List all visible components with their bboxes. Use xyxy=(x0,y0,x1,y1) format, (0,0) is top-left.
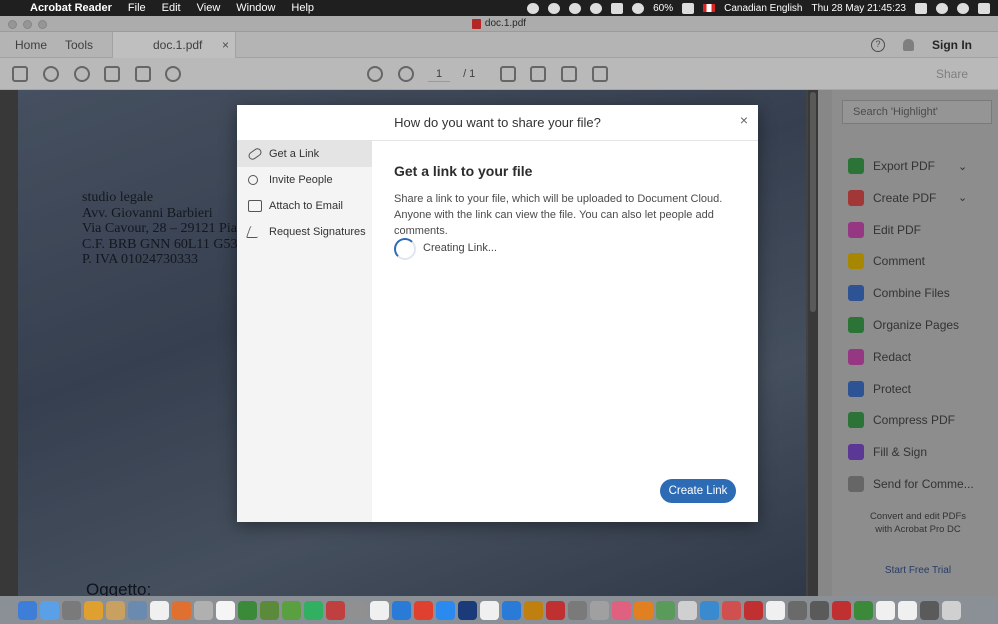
menu-window[interactable]: Window xyxy=(228,2,283,14)
time-machine-icon[interactable] xyxy=(590,2,603,14)
acrobat-dock-icon[interactable] xyxy=(326,600,345,620)
launchpad-icon[interactable] xyxy=(62,600,81,620)
utility-icon[interactable] xyxy=(568,600,587,620)
app-status-icon[interactable] xyxy=(527,2,540,14)
photoshop-icon[interactable] xyxy=(458,600,477,620)
pages-icon[interactable] xyxy=(216,600,235,620)
share-heading: Get a link to your file xyxy=(394,163,533,179)
spotlight-icon[interactable] xyxy=(936,2,948,14)
chrome-canary-icon[interactable] xyxy=(84,600,103,620)
acrobat-reader-icon[interactable] xyxy=(832,600,851,620)
flashcards-icon[interactable] xyxy=(744,600,763,620)
battery-icon[interactable] xyxy=(682,2,695,14)
menu-edit[interactable]: Edit xyxy=(154,2,189,14)
checkmark-status-icon[interactable] xyxy=(569,2,582,14)
pen-icon xyxy=(245,226,263,238)
create-link-button[interactable]: Create Link xyxy=(660,479,736,503)
acrobat-pro-icon[interactable] xyxy=(546,600,565,620)
share-option-label: Invite People xyxy=(269,174,333,186)
loading-spinner-icon xyxy=(394,238,416,260)
share-description: Share a link to your file, which will be… xyxy=(394,193,723,237)
numbers-icon[interactable] xyxy=(238,600,257,620)
menu-bar-status-area: 60% Canadian English Thu 28 May 21:45:23 xyxy=(527,2,998,14)
share-option-request-signatures[interactable]: Request Signatures xyxy=(237,219,372,245)
trash-icon[interactable] xyxy=(942,600,961,620)
username-blurred[interactable] xyxy=(915,2,927,14)
textedit-icon[interactable] xyxy=(150,600,169,620)
stats-icon[interactable] xyxy=(854,600,873,620)
firefox-icon[interactable] xyxy=(634,600,653,620)
editor-icon[interactable] xyxy=(480,600,499,620)
chrome-icon[interactable] xyxy=(414,600,433,620)
preview-doc-icon[interactable] xyxy=(678,600,697,620)
calendar-icon[interactable] xyxy=(766,600,785,620)
share-option-label: Request Signatures xyxy=(269,226,366,238)
globe-icon[interactable] xyxy=(700,600,719,620)
whatsapp-icon[interactable] xyxy=(304,600,323,620)
system-preferences-icon[interactable] xyxy=(810,600,829,620)
finder-icon[interactable] xyxy=(18,600,37,620)
share-dialog: How do you want to share your file? × Ge… xyxy=(237,105,758,522)
app-icon[interactable] xyxy=(656,600,675,620)
siri-dock-icon[interactable] xyxy=(40,600,59,620)
bridge-icon[interactable] xyxy=(524,600,543,620)
music-icon[interactable] xyxy=(612,600,631,620)
preview-icon[interactable] xyxy=(128,600,147,620)
menu-help[interactable]: Help xyxy=(283,2,322,14)
calendar-app-icon[interactable] xyxy=(722,600,741,620)
macos-dock xyxy=(0,596,998,624)
help-dock-icon[interactable] xyxy=(898,600,917,620)
menu-app-name[interactable]: Acrobat Reader xyxy=(28,2,120,14)
share-option-attach-email[interactable]: Attach to Email xyxy=(237,193,372,219)
notes-icon[interactable] xyxy=(106,600,125,620)
macos-menu-bar: Acrobat Reader File Edit View Window Hel… xyxy=(0,0,998,16)
share-content-panel: Get a link to your file Share a link to … xyxy=(372,141,758,522)
keyboard-icon[interactable] xyxy=(920,600,939,620)
bluetooth-icon[interactable] xyxy=(611,2,624,14)
link-icon xyxy=(246,146,264,162)
share-options-list: Get a Link Invite People Attach to Email… xyxy=(237,141,372,522)
battery-percent[interactable]: 60% xyxy=(653,3,673,14)
share-option-label: Get a Link xyxy=(269,148,320,160)
share-option-label: Attach to Email xyxy=(269,200,343,212)
notification-center-icon[interactable] xyxy=(978,2,990,14)
facetime-icon[interactable] xyxy=(260,600,279,620)
dialog-header: How do you want to share your file? × xyxy=(237,105,758,141)
envelope-icon xyxy=(248,200,262,212)
wifi-icon[interactable] xyxy=(632,2,645,14)
disk-utility-icon[interactable] xyxy=(348,600,367,620)
document-icon[interactable] xyxy=(370,600,389,620)
automator-icon[interactable] xyxy=(788,600,807,620)
skype-icon[interactable] xyxy=(436,600,455,620)
share-option-invite-people[interactable]: Invite People xyxy=(237,167,372,193)
cloud-status-icon[interactable] xyxy=(548,2,561,14)
person-icon xyxy=(248,175,258,185)
input-source-label[interactable]: Canadian English xyxy=(724,3,802,14)
share-option-get-link[interactable]: Get a Link xyxy=(237,141,372,167)
books-icon[interactable] xyxy=(172,600,191,620)
menu-view[interactable]: View xyxy=(189,2,229,14)
siri-icon[interactable] xyxy=(957,2,969,14)
canada-flag-icon[interactable] xyxy=(703,4,716,12)
dialog-close-icon[interactable]: × xyxy=(740,105,748,135)
scripts-icon[interactable] xyxy=(590,600,609,620)
menu-file[interactable]: File xyxy=(120,2,154,14)
menu-bar-clock[interactable]: Thu 28 May 21:45:23 xyxy=(811,3,906,14)
safari-icon[interactable] xyxy=(392,600,411,620)
app-icon[interactable] xyxy=(502,600,521,620)
messages-icon[interactable] xyxy=(282,600,301,620)
dialog-title: How do you want to share your file? xyxy=(394,115,601,130)
creating-link-status: Creating Link... xyxy=(423,242,497,254)
downloads-folder-icon[interactable] xyxy=(876,600,895,620)
archive-icon[interactable] xyxy=(194,600,213,620)
